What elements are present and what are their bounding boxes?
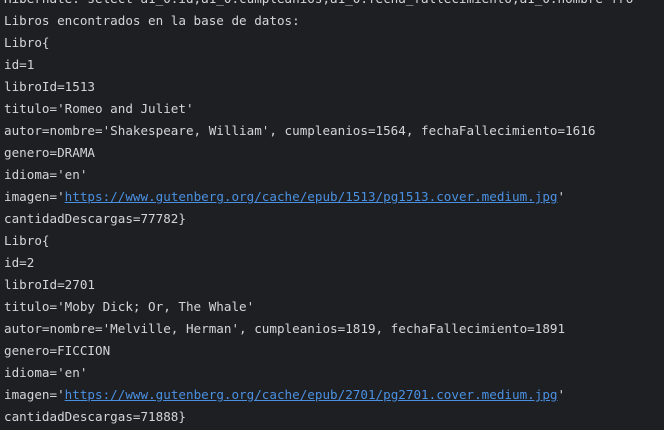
console-line-imagen: imagen='https://www.gutenberg.org/cache/… xyxy=(4,186,633,208)
imagen-suffix: ' xyxy=(557,387,566,402)
console-line-libro-id: libroId=1513 xyxy=(4,79,95,94)
imagen-url-link[interactable]: https://www.gutenberg.org/cache/epub/270… xyxy=(65,387,558,402)
console-output-panel: Hibernate: select a1_0.id,a1_0.cumpleani… xyxy=(0,0,664,430)
imagen-suffix: ' xyxy=(557,189,566,204)
console-line-autor: autor=nombre='Shakespeare, William', cum… xyxy=(4,123,596,138)
console-line-books-found: Libros encontrados en la base de datos: xyxy=(4,13,300,28)
console-line-cantidad-descargas: cantidadDescargas=71888} xyxy=(4,409,186,424)
console-line-imagen: imagen='https://www.gutenberg.org/cache/… xyxy=(4,384,633,406)
console-line-book-open: Libro{ xyxy=(4,233,50,248)
console-line-idioma: idioma='en' xyxy=(4,365,88,380)
console-lines: Hibernate: select a1_0.id,a1_0.cumpleani… xyxy=(4,0,633,428)
console-line-libro-id: libroId=2701 xyxy=(4,277,95,292)
console-line-genero: genero=FICCION xyxy=(4,343,111,358)
console-line-id: id=1 xyxy=(4,57,35,72)
imagen-url-link[interactable]: https://www.gutenberg.org/cache/epub/151… xyxy=(65,189,558,204)
console-line-titulo: titulo='Romeo and Juliet' xyxy=(4,101,194,116)
console-line-cantidad-descargas: cantidadDescargas=77782} xyxy=(4,211,186,226)
imagen-prefix: imagen=' xyxy=(4,387,65,402)
console-line-book-open: Libro{ xyxy=(4,35,50,50)
console-line-genero: genero=DRAMA xyxy=(4,145,95,160)
imagen-prefix: imagen=' xyxy=(4,189,65,204)
console-line-titulo: titulo='Moby Dick; Or, The Whale' xyxy=(4,299,255,314)
console-line-hibernate-sql: Hibernate: select a1_0.id,a1_0.cumpleani… xyxy=(4,0,633,10)
console-line-autor: autor=nombre='Melville, Herman', cumplea… xyxy=(4,321,566,336)
console-line-idioma: idioma='en' xyxy=(4,167,88,182)
console-line-id: id=2 xyxy=(4,255,35,270)
